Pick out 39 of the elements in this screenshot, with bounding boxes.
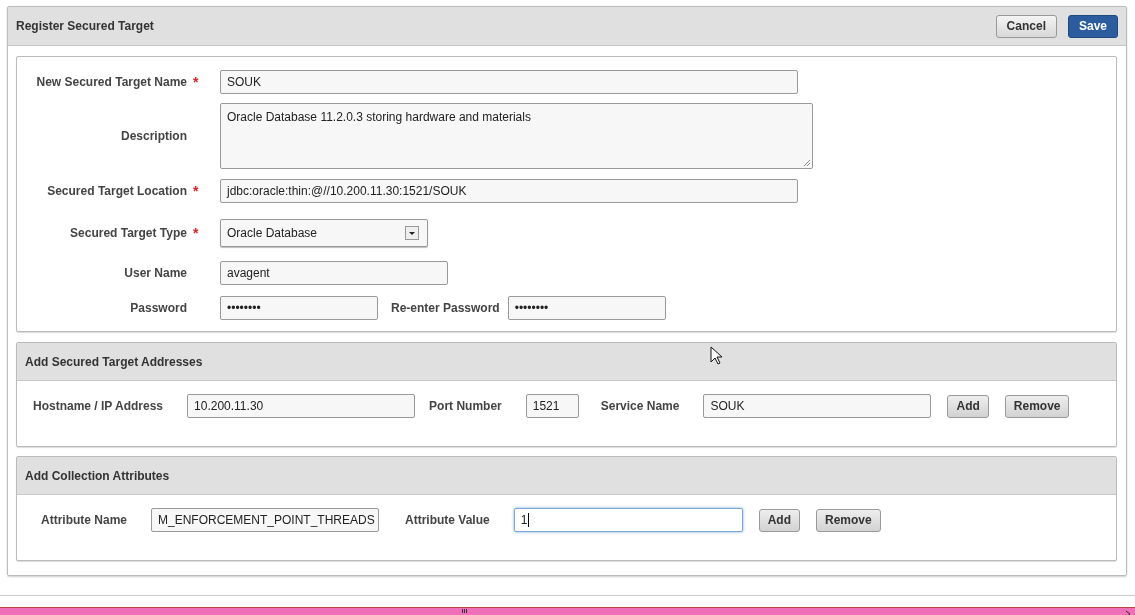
add-button[interactable]: Add [758,508,801,532]
field-label: Password [130,301,187,315]
add-button[interactable]: Add [947,394,989,418]
field-label: User Name [124,266,187,280]
text-field[interactable]: avagent [220,261,448,285]
panel-title: Register Secured Target [16,19,154,33]
field-label: Attribute Name [41,513,127,527]
field-label: Description [121,129,187,143]
field-label: Secured Target Location [47,184,187,198]
text-field[interactable]: 10.200.11.30 [187,394,416,418]
field-label: Secured Target Type [70,226,187,240]
cancel-button[interactable]: Cancel [995,14,1057,38]
field-label: Port Number [429,399,502,413]
required-marker: * [193,74,199,90]
required-marker: * [193,183,199,199]
remove-button[interactable]: Remove [816,508,881,532]
text-field[interactable]: M_ENFORCEMENT_POINT_THREADS [151,508,379,532]
text-field[interactable]: SOUK [703,394,932,418]
password-field[interactable]: •••••••• [220,296,378,320]
text-field[interactable]: 1 [513,508,743,532]
field-label: Attribute Value [405,513,490,527]
section-title: Add Collection Attributes [25,468,170,483]
section-title: Add Secured Target Addresses [25,354,203,369]
resize-grip-icon [803,159,811,167]
field-label: Service Name [600,399,680,413]
required-marker: * [193,225,199,241]
text-field[interactable]: 1521 [525,394,579,418]
grip-icon [462,609,468,613]
field-label: Hostname / IP Address [33,399,164,413]
remove-button[interactable]: Remove [1004,394,1070,418]
mouse-pointer-icon [710,346,723,365]
text-field[interactable]: SOUK [220,70,798,94]
type-dropdown[interactable]: Oracle Database [220,219,428,247]
password-field[interactable]: •••••••• [507,296,666,320]
description-field[interactable]: Oracle Database 11.2.0.3 storing hardware and materials [220,103,813,169]
field-label: New Secured Target Name [36,75,187,89]
field-label: Re-enter Password [391,301,500,315]
text-field[interactable]: jdbc:oracle:thin:@//10.200.11.30:1521/SOUK [220,179,798,203]
save-button[interactable]: Save [1067,14,1118,38]
